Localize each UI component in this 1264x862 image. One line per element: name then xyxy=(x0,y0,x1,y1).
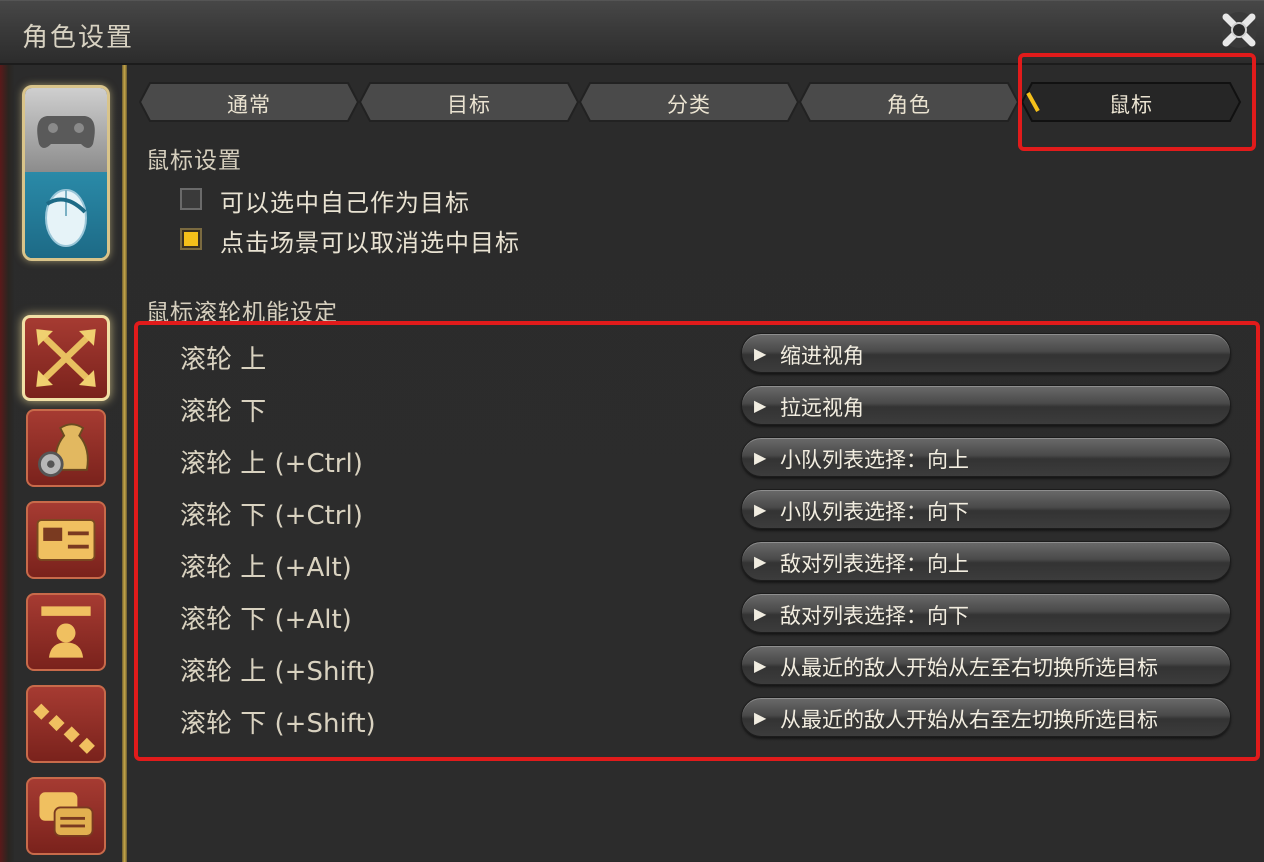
play-arrow-icon: ▶ xyxy=(754,708,767,727)
tab-label: 目标 xyxy=(447,93,491,117)
action-label: 敌对列表选择：向上 xyxy=(780,552,969,576)
gamepad-icon xyxy=(37,116,95,148)
wheel-label: 滚轮 下 (+Alt) xyxy=(180,605,352,635)
play-arrow-icon: ▶ xyxy=(754,396,767,415)
dotted-chain-icon xyxy=(33,703,95,754)
wheel-label: 滚轮 上 (+Ctrl) xyxy=(180,449,363,479)
tab-character[interactable]: 角色 xyxy=(798,81,1020,123)
action-label: 小队列表选择：向下 xyxy=(780,500,969,524)
action-dropdown[interactable]: ▶ 从最近的敌人开始从右至左切换所选目标 xyxy=(741,697,1231,737)
option-label: 可以选中自己作为目标 xyxy=(220,189,470,217)
wheel-row: 滚轮 上 (+Shift) ▶ 从最近的敌人开始从左至右切换所选目标 xyxy=(180,645,1232,691)
chat-bubbles-icon xyxy=(39,792,94,837)
tab-label: 鼠标 xyxy=(1109,93,1153,117)
checkbox-checked[interactable] xyxy=(180,228,202,250)
action-label: 从最近的敌人开始从右至左切换所选目标 xyxy=(780,708,1158,732)
wheel-label: 滚轮 下 (+Shift) xyxy=(180,709,376,739)
play-arrow-icon: ▶ xyxy=(754,448,767,467)
profile-icon xyxy=(41,606,91,658)
action-dropdown[interactable]: ▶ 敌对列表选择：向上 xyxy=(741,541,1231,581)
action-dropdown[interactable]: ▶ 缩进视角 xyxy=(741,333,1231,373)
play-arrow-icon: ▶ xyxy=(754,344,767,363)
action-label: 拉远视角 xyxy=(780,396,864,420)
input-device-toggle[interactable] xyxy=(22,85,110,261)
tab-category[interactable]: 分类 xyxy=(578,81,800,123)
tab-general[interactable]: 通常 xyxy=(138,81,360,123)
mouse-mode[interactable] xyxy=(25,172,107,258)
wheel-row: 滚轮 下 (+Alt) ▶ 敌对列表选择：向下 xyxy=(180,593,1232,639)
option-label: 点击场景可以取消选中目标 xyxy=(220,229,520,257)
wheel-label: 滚轮 上 xyxy=(180,345,267,375)
tab-label: 通常 xyxy=(227,93,271,117)
mouse-settings-title: 鼠标设置 xyxy=(146,148,242,174)
sidebar-item-controls[interactable] xyxy=(22,315,110,401)
sidebar-item-hotbar[interactable] xyxy=(26,685,106,763)
close-button[interactable] xyxy=(1218,9,1260,51)
action-label: 缩进视角 xyxy=(780,344,864,368)
window-edge xyxy=(0,65,14,862)
wheel-row: 滚轮 上 (+Ctrl) ▶ 小队列表选择：向上 xyxy=(180,437,1232,483)
title-bar: 角色设置 xyxy=(0,1,1264,65)
wheel-row: 滚轮 上 ▶ 缩进视角 xyxy=(180,333,1232,379)
gamepad-mode[interactable] xyxy=(25,88,107,172)
sidebar-item-items[interactable] xyxy=(26,409,106,487)
wheel-label: 滚轮 上 (+Shift) xyxy=(180,657,376,687)
action-dropdown[interactable]: ▶ 小队列表选择：向下 xyxy=(741,489,1231,529)
tab-label: 角色 xyxy=(887,93,931,117)
sidebar-item-chat[interactable] xyxy=(26,777,106,855)
play-arrow-icon: ▶ xyxy=(754,500,767,519)
wheel-label: 滚轮 下 (+Ctrl) xyxy=(180,501,363,531)
move-arrows-icon xyxy=(36,329,96,387)
wheel-row: 滚轮 下 ▶ 拉远视角 xyxy=(180,385,1232,431)
action-dropdown[interactable]: ▶ 小队列表选择：向上 xyxy=(741,437,1231,477)
sidebar-item-id[interactable] xyxy=(26,501,106,579)
checkbox[interactable] xyxy=(180,188,202,210)
id-card-icon xyxy=(36,519,96,561)
sidebar-item-character[interactable] xyxy=(26,593,106,671)
tab-target[interactable]: 目标 xyxy=(358,81,580,123)
wheel-row: 滚轮 下 (+Ctrl) ▶ 小队列表选择：向下 xyxy=(180,489,1232,535)
play-arrow-icon: ▶ xyxy=(754,656,767,675)
play-arrow-icon: ▶ xyxy=(754,552,767,571)
window-title: 角色设置 xyxy=(22,23,135,53)
action-dropdown[interactable]: ▶ 拉远视角 xyxy=(741,385,1231,425)
mouse-icon xyxy=(45,189,87,247)
wheel-label: 滚轮 上 (+Alt) xyxy=(180,553,352,583)
wheel-row: 滚轮 上 (+Alt) ▶ 敌对列表选择：向上 xyxy=(180,541,1232,587)
action-label: 从最近的敌人开始从左至右切换所选目标 xyxy=(780,656,1158,680)
sidebar-divider xyxy=(122,65,127,862)
wheel-label: 滚轮 下 xyxy=(180,397,267,427)
tab-mouse[interactable]: 鼠标 xyxy=(1020,81,1242,123)
tab-label: 分类 xyxy=(667,93,711,117)
bag-gear-icon xyxy=(38,423,89,477)
close-icon xyxy=(1221,12,1257,48)
action-label: 小队列表选择：向上 xyxy=(780,448,969,472)
character-settings-window: 角色设置 通常 目标 分类 角色 鼠标 鼠标设置 可以选中自己作为目标 点击场景… xyxy=(0,0,1264,862)
action-dropdown[interactable]: ▶ 敌对列表选择：向下 xyxy=(741,593,1231,633)
wheel-row: 滚轮 下 (+Shift) ▶ 从最近的敌人开始从右至左切换所选目标 xyxy=(180,697,1232,743)
play-arrow-icon: ▶ xyxy=(754,604,767,623)
action-label: 敌对列表选择：向下 xyxy=(780,604,969,628)
wheel-settings-title: 鼠标滚轮机能设定 xyxy=(146,300,338,326)
action-dropdown[interactable]: ▶ 从最近的敌人开始从左至右切换所选目标 xyxy=(741,645,1231,685)
